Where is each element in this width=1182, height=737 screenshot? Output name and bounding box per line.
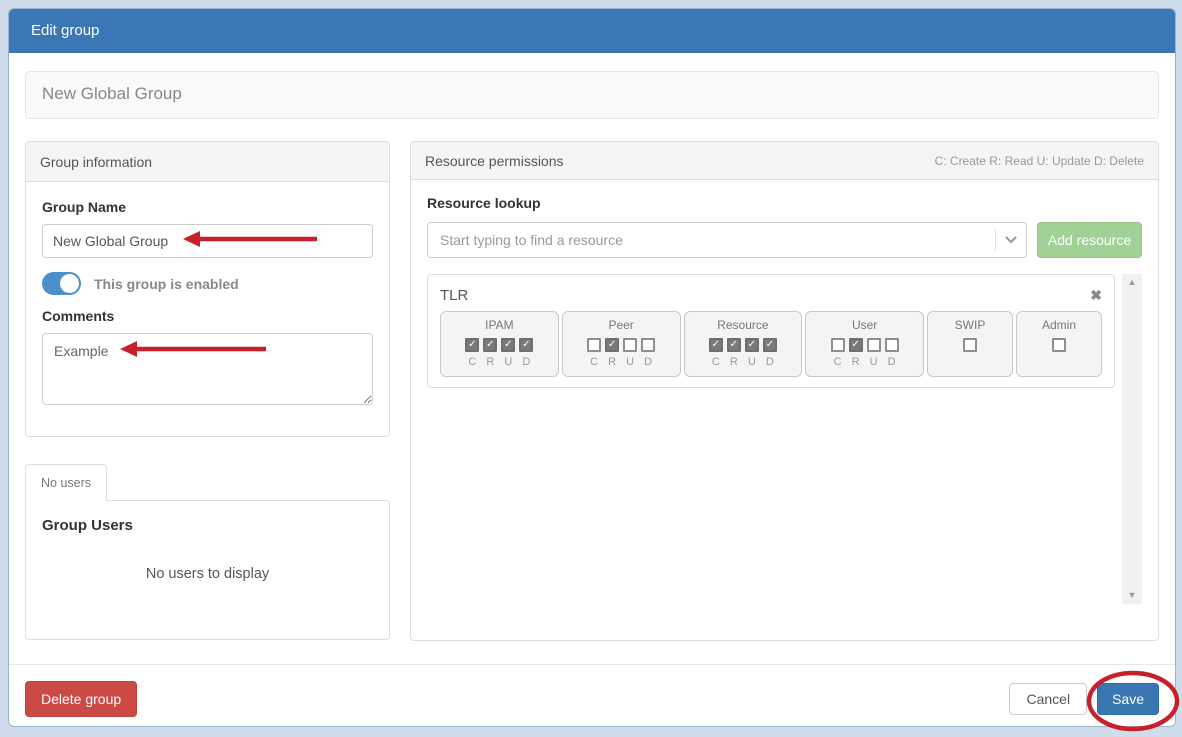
checkbox-resource-r[interactable]: ✓ [727, 338, 741, 352]
resource-permissions-header: Resource permissions C: Create R: Read U… [411, 142, 1158, 180]
crud-letters: CRUD [567, 356, 676, 368]
tlr-card-title: TLR [440, 287, 468, 304]
scroll-up-icon[interactable]: ▲ [1128, 278, 1137, 287]
comments-label: Comments [42, 307, 373, 325]
permission-checkboxes [1021, 338, 1097, 352]
group-name-label: Group Name [42, 198, 373, 216]
resource-lookup-row: Add resource [427, 222, 1142, 258]
resource-permissions-body: Resource lookup [411, 180, 1158, 604]
resource-lookup-combobox[interactable] [427, 222, 1027, 258]
tlr-card-header: TLR ✖ [440, 283, 1102, 307]
permission-checkboxes: ✓ [567, 338, 676, 352]
permission-groups-row: IPAM✓✓✓✓CRUDPeer✓CRUDResource✓✓✓✓CRUDUse… [440, 311, 1102, 377]
checkbox-peer-d[interactable] [641, 338, 655, 352]
crud-letters: CRUD [445, 356, 554, 368]
no-users-message: No users to display [42, 566, 373, 582]
resource-permissions-title: Resource permissions [425, 153, 564, 169]
checkbox-resource-u[interactable]: ✓ [745, 338, 759, 352]
checkbox-user-u[interactable] [867, 338, 881, 352]
modal-title: Edit group [9, 9, 1175, 53]
checkbox-peer-c[interactable] [587, 338, 601, 352]
permission-checkboxes [932, 338, 1008, 352]
group-users-panel: Group Users No users to display [25, 500, 390, 640]
permission-group-label: User [810, 318, 919, 332]
edit-group-modal: Edit group New Global Group Group inform… [8, 8, 1176, 727]
permission-group-resource: Resource ✓ ✓ ✓ ✓ CRUD [684, 311, 803, 377]
checkbox-swip[interactable] [963, 338, 977, 352]
crud-letters: CRUD [689, 356, 798, 368]
toggle-knob [60, 274, 79, 293]
permission-group-peer: Peer ✓ CRUD [562, 311, 681, 377]
modal-content: Group information Group Name This group … [25, 141, 1159, 641]
save-button[interactable]: Save [1097, 683, 1159, 715]
scroll-down-icon[interactable]: ▼ [1128, 591, 1137, 600]
chevron-down-icon[interactable] [996, 236, 1026, 244]
resource-lookup-label: Resource lookup [427, 194, 1142, 212]
permission-group-swip: SWIP [927, 311, 1013, 377]
delete-group-button[interactable]: Delete group [25, 681, 137, 717]
left-column: Group information Group Name This group … [25, 141, 390, 641]
checkbox-admin[interactable] [1052, 338, 1066, 352]
checkbox-resource-d[interactable]: ✓ [763, 338, 777, 352]
checkbox-ipam-u[interactable]: ✓ [501, 338, 515, 352]
right-column: Resource permissions C: Create R: Read U… [410, 141, 1159, 641]
checkbox-ipam-c[interactable]: ✓ [465, 338, 479, 352]
permissions-scroll-area: TLR ✖ IPAM ✓ ✓ ✓ ✓ CRUD Peer ✓ CRUD Resource ✓ ✓ ✓ ✓ C… [427, 274, 1142, 604]
cancel-button[interactable]: Cancel [1009, 683, 1087, 715]
page: Edit group New Global Group Group inform… [0, 0, 1182, 737]
tab-no-users[interactable]: No users [25, 464, 107, 501]
group-information-body: Group Name This group is enabled Comment… [26, 182, 389, 424]
checkbox-peer-u[interactable] [623, 338, 637, 352]
checkbox-user-c[interactable] [831, 338, 845, 352]
add-resource-button[interactable]: Add resource [1037, 222, 1142, 258]
permission-group-label: Peer [567, 318, 676, 332]
tlr-resource-card: TLR ✖ IPAM ✓ ✓ ✓ ✓ CRUD Peer ✓ CRUD Resource ✓ ✓ ✓ ✓ C… [427, 274, 1115, 388]
permission-group-label: Resource [689, 318, 798, 332]
group-users-header: Group Users [42, 517, 373, 534]
permission-checkboxes: ✓ [810, 338, 919, 352]
permission-group-admin: Admin [1016, 311, 1102, 377]
permission-group-ipam: IPAM ✓ ✓ ✓ ✓ CRUD [440, 311, 559, 377]
group-information-header: Group information [26, 142, 389, 182]
resource-lookup-input[interactable] [428, 223, 995, 257]
group-name-input[interactable] [42, 224, 373, 258]
group-enabled-toggle[interactable] [42, 272, 81, 295]
permission-checkboxes: ✓ ✓ ✓ ✓ [689, 338, 798, 352]
vertical-scrollbar[interactable]: ▲ ▼ [1122, 274, 1142, 604]
comments-textarea[interactable]: Example [42, 333, 373, 405]
checkbox-ipam-r[interactable]: ✓ [483, 338, 497, 352]
checkbox-resource-c[interactable]: ✓ [709, 338, 723, 352]
group-title-box: New Global Group [25, 71, 1159, 119]
close-icon[interactable]: ✖ [1090, 288, 1102, 302]
footer-right-buttons: Cancel Save [1009, 683, 1159, 715]
enabled-toggle-row: This group is enabled [42, 272, 373, 295]
checkbox-peer-r[interactable]: ✓ [605, 338, 619, 352]
crud-letters: CRUD [810, 356, 919, 368]
modal-footer: Delete group Cancel Save [9, 665, 1175, 727]
permission-group-label: IPAM [445, 318, 554, 332]
checkbox-ipam-d[interactable]: ✓ [519, 338, 533, 352]
permission-checkboxes: ✓ ✓ ✓ ✓ [445, 338, 554, 352]
permission-group-user: User ✓ CRUD [805, 311, 924, 377]
permission-group-label: Admin [1021, 318, 1097, 332]
crud-legend: C: Create R: Read U: Update D: Delete [935, 154, 1144, 168]
checkbox-user-r[interactable]: ✓ [849, 338, 863, 352]
group-information-panel: Group information Group Name This group … [25, 141, 390, 437]
resource-permissions-panel: Resource permissions C: Create R: Read U… [410, 141, 1159, 641]
enabled-toggle-label: This group is enabled [94, 276, 239, 292]
checkbox-user-d[interactable] [885, 338, 899, 352]
permission-group-label: SWIP [932, 318, 1008, 332]
